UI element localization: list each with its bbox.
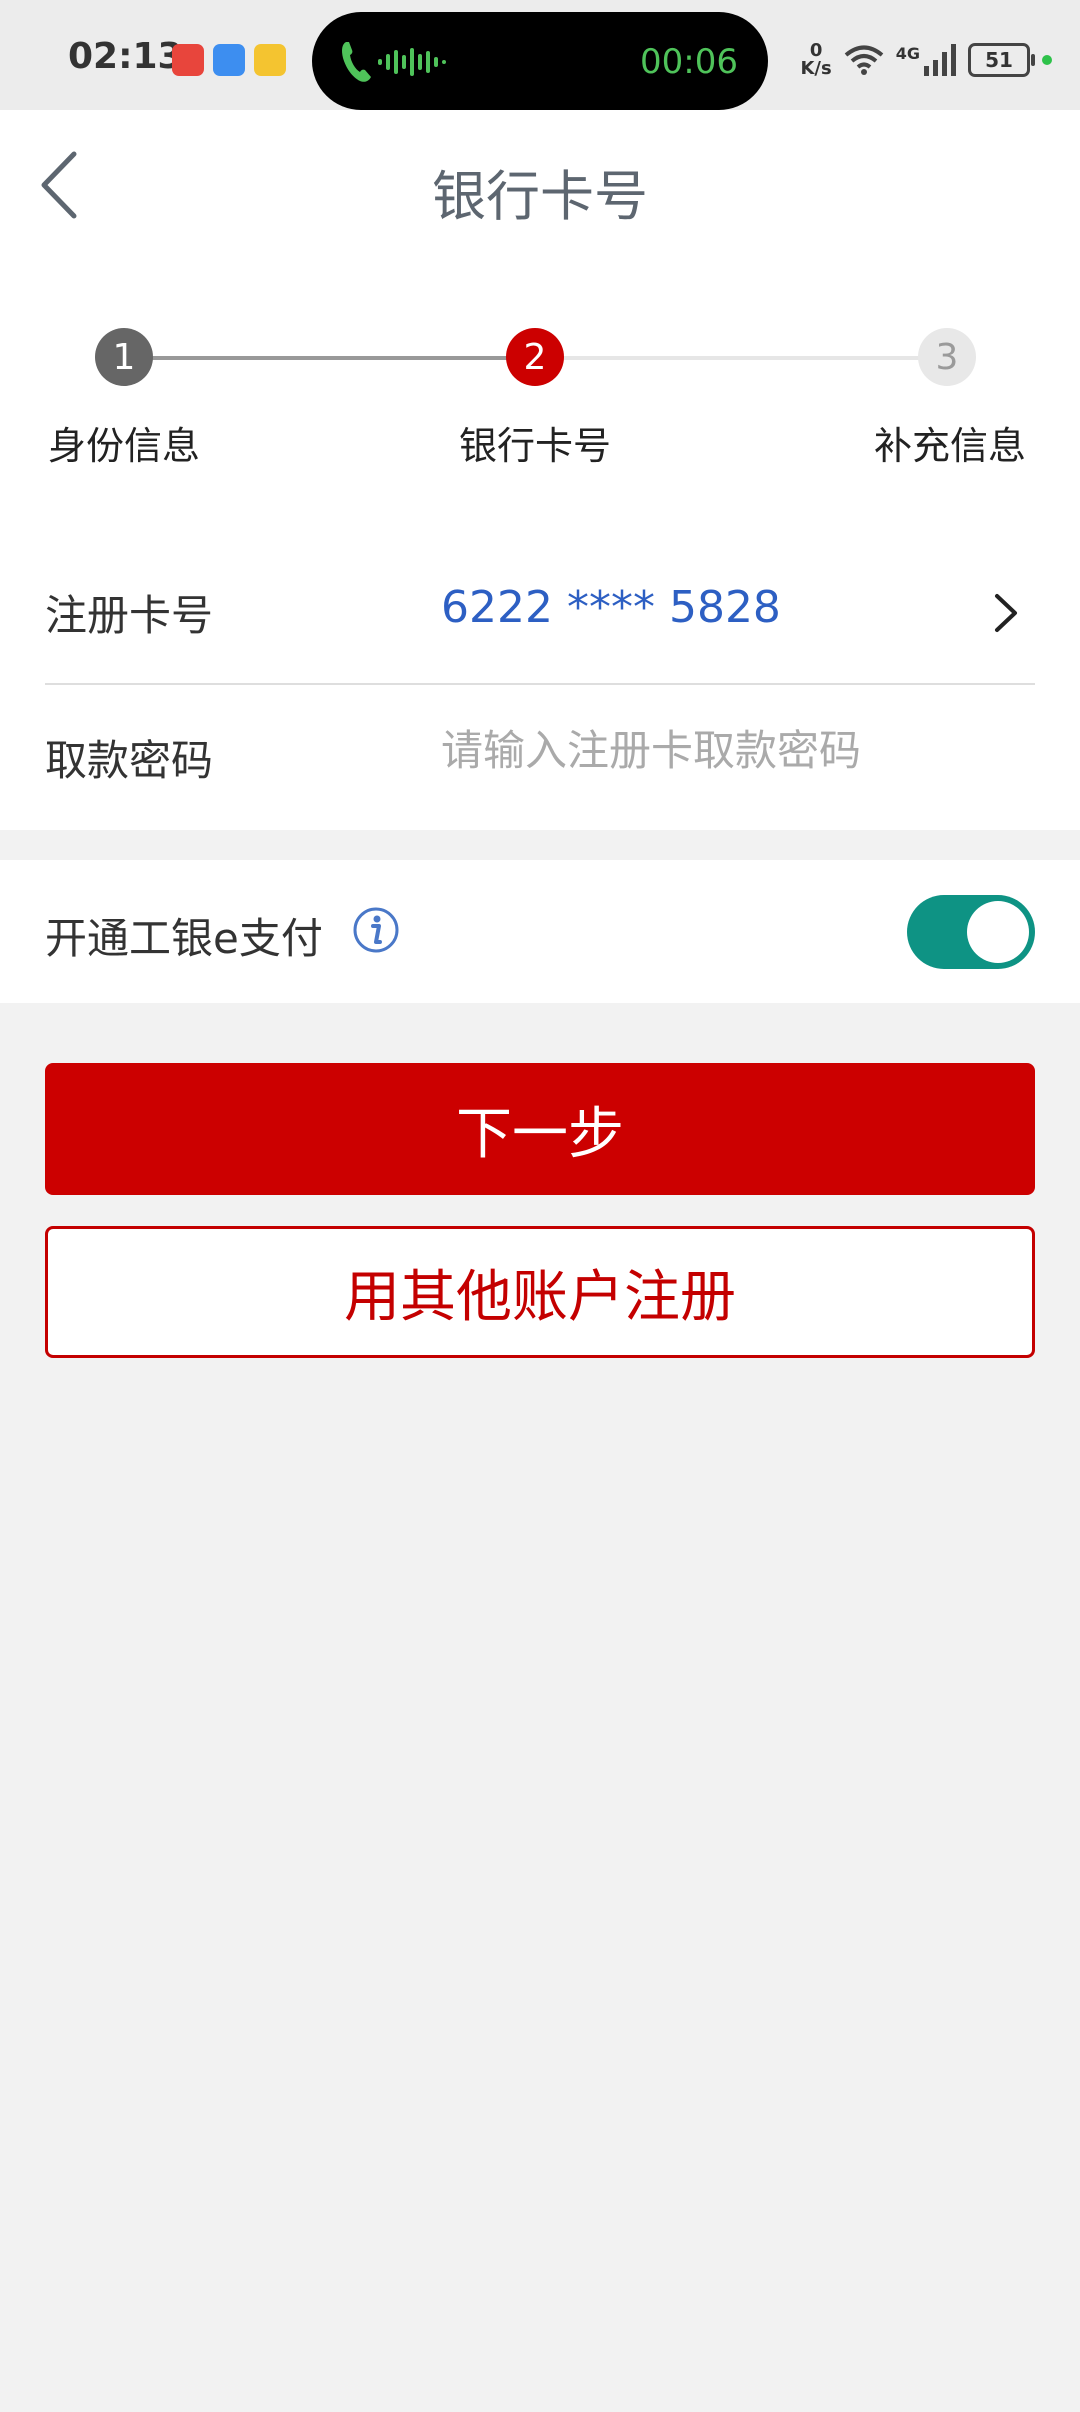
toggle-knob	[967, 901, 1029, 963]
step-1-number: 1	[112, 336, 136, 378]
wifi-icon	[844, 45, 884, 75]
step-2-circle: 2	[506, 328, 564, 386]
battery-level: 51	[985, 48, 1013, 72]
step-connector-completed	[124, 356, 508, 360]
privacy-indicator-dot	[1042, 55, 1052, 65]
password-label: 取款密码	[45, 736, 214, 785]
step-3-label: 补充信息	[873, 424, 1026, 468]
registration-stepper: 1 2 3 身份信息 银行卡号 补充信息	[0, 260, 1080, 550]
network-type: 4G	[895, 44, 920, 63]
password-input[interactable]	[441, 715, 1021, 785]
card-form: 注册卡号 6222 **** 5828 取款密码	[0, 540, 1080, 830]
page-title: 银行卡号	[432, 165, 648, 228]
network-speed-unit: K/s	[800, 58, 832, 79]
epay-toggle[interactable]	[907, 895, 1035, 969]
step-2-label: 银行卡号	[458, 424, 611, 468]
chevron-right-icon	[995, 594, 1017, 632]
ongoing-call-pill[interactable]: 00:06	[312, 12, 768, 110]
message-notification-icon	[213, 44, 245, 76]
network-speed: 0 K/s	[800, 42, 831, 78]
step-1-label: 身份信息	[47, 424, 200, 468]
card-number-label: 注册卡号	[45, 591, 214, 640]
step-3-number: 3	[935, 336, 959, 378]
status-bar: 02:13 00:06 0 K/s 4G 51	[0, 0, 1080, 110]
phone-icon	[342, 42, 371, 82]
call-timer: 00:06	[640, 42, 738, 82]
password-row: 取款密码	[45, 685, 1035, 825]
epay-row: 开通工银e支付	[0, 860, 1080, 1003]
cellular-signal: 4G	[896, 44, 956, 76]
step-3-circle: 3	[918, 328, 976, 386]
app-notification-icon	[172, 44, 204, 76]
page-header: 银行卡号	[0, 110, 1080, 260]
epay-label: 开通工银e支付	[45, 914, 323, 963]
info-icon[interactable]	[352, 906, 400, 954]
step-1-circle: 1	[95, 328, 153, 386]
step-connector-pending	[560, 356, 948, 360]
card-number-value: 6222 **** 5828	[441, 582, 781, 633]
register-other-account-button[interactable]: 用其他账户注册	[45, 1226, 1035, 1358]
status-indicators: 0 K/s 4G 51	[800, 36, 1052, 84]
voice-waveform-icon	[378, 48, 446, 76]
battery-indicator: 51	[968, 43, 1035, 77]
card-number-row[interactable]: 注册卡号 6222 **** 5828	[45, 540, 1035, 680]
next-step-button[interactable]: 下一步	[45, 1063, 1035, 1195]
clipboard-notification-icon	[254, 44, 286, 76]
signal-bars-icon	[924, 44, 956, 76]
status-time: 02:13	[68, 36, 183, 77]
step-2-number: 2	[523, 336, 547, 378]
